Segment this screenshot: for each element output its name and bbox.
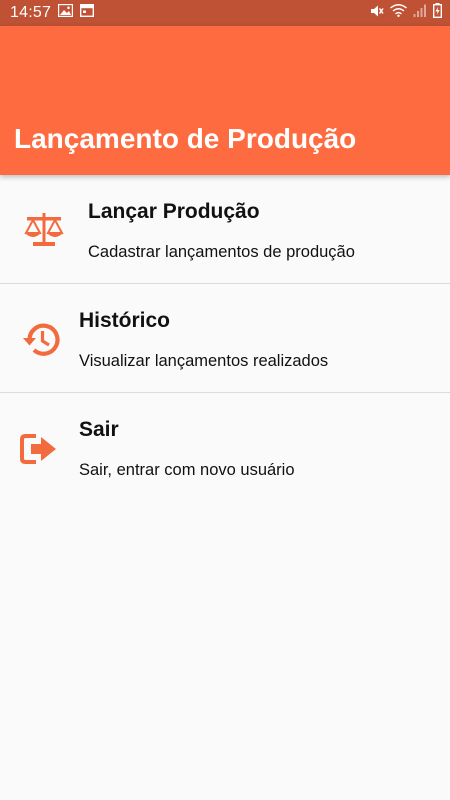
menu-item-title: Histórico	[79, 309, 171, 332]
scale-icon	[22, 208, 66, 252]
battery-charging-icon	[432, 3, 442, 23]
mute-icon	[370, 4, 384, 23]
signal-icon	[413, 4, 427, 22]
menu-item-lancar-producao[interactable]: Lançar Produção Cadastrar lançamentos de…	[0, 175, 450, 284]
menu-item-title: Sair	[79, 418, 119, 441]
menu-item-title: Lançar Produção	[88, 200, 260, 223]
menu-list: Lançar Produção Cadastrar lançamentos de…	[0, 175, 450, 502]
menu-item-subtitle: Visualizar lançamentos realizados	[79, 352, 329, 370]
wifi-icon	[390, 4, 407, 22]
menu-item-subtitle: Sair, entrar com novo usuário	[79, 461, 295, 479]
history-icon	[20, 318, 64, 362]
exit-icon	[18, 429, 62, 473]
image-icon	[57, 3, 74, 22]
menu-item-sair[interactable]: Sair Sair, entrar com novo usuário	[0, 393, 450, 502]
menu-item-historico[interactable]: Histórico Visualizar lançamentos realiza…	[0, 284, 450, 393]
page-title: Lançamento de Produção	[14, 123, 357, 154]
status-time: 14:57	[10, 4, 52, 21]
calendar-icon	[80, 3, 95, 22]
status-bar: 14:57	[0, 0, 450, 26]
menu-item-subtitle: Cadastrar lançamentos de produção	[88, 243, 355, 261]
app-bar: Lançamento de Produção	[0, 26, 450, 175]
